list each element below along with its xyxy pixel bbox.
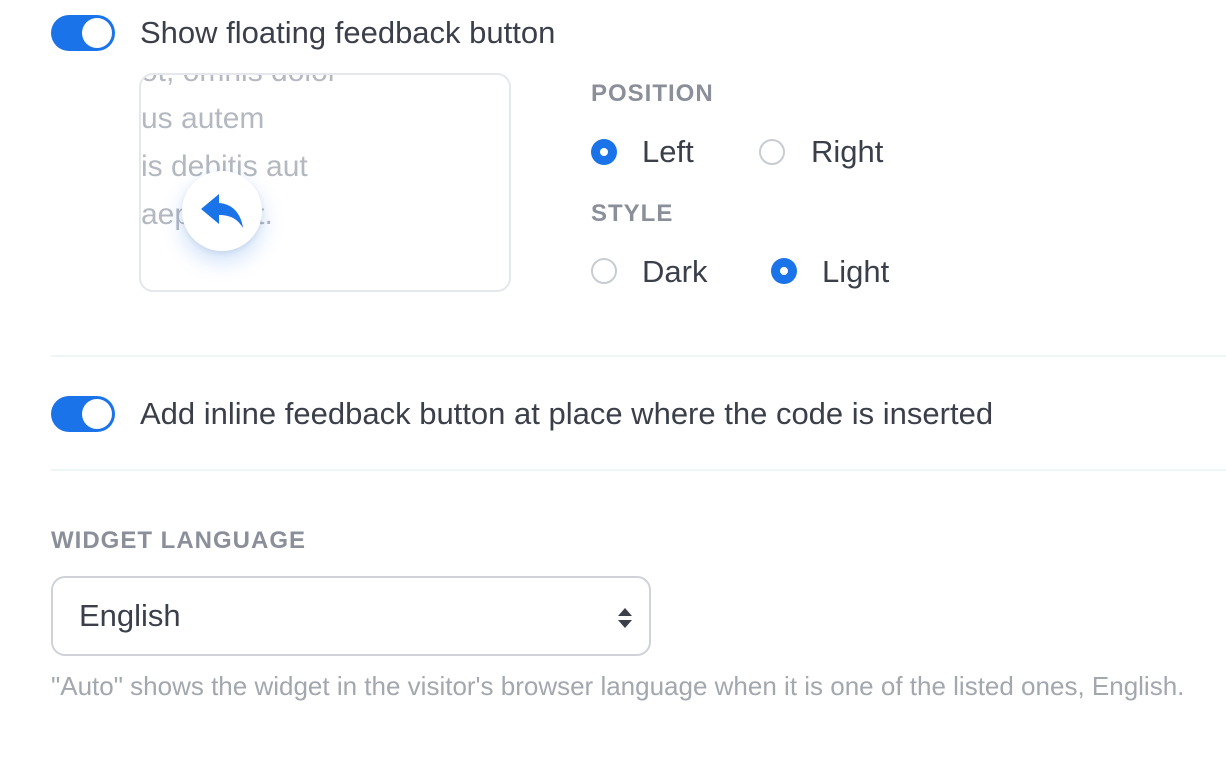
- widget-language-title: WIDGET LANGUAGE: [51, 527, 306, 554]
- section-divider: [51, 355, 1226, 357]
- section-divider: [51, 469, 1226, 471]
- floating-feedback-label: Show floating feedback button: [140, 15, 556, 50]
- position-right-label[interactable]: Right: [811, 134, 883, 170]
- reply-arrow-icon: [201, 194, 243, 228]
- position-left-label[interactable]: Left: [642, 134, 694, 170]
- widget-language-help: "Auto" shows the widget in the visitor's…: [51, 671, 1185, 701]
- floating-feedback-toggle[interactable]: [51, 15, 115, 51]
- position-title: POSITION: [591, 80, 714, 107]
- floating-button-preview: ot, omnis dolor us autem is debitis aut …: [139, 73, 511, 292]
- toggle-knob: [82, 399, 112, 429]
- inline-feedback-toggle[interactable]: [51, 396, 115, 432]
- preview-text-line: us autem: [141, 102, 265, 135]
- style-dark-label[interactable]: Dark: [642, 254, 707, 290]
- style-title: STYLE: [591, 200, 674, 227]
- style-light-label[interactable]: Light: [822, 254, 889, 290]
- position-right-radio[interactable]: [759, 139, 785, 165]
- widget-language-select[interactable]: English: [51, 576, 651, 656]
- position-left-radio[interactable]: [591, 139, 617, 165]
- style-dark-radio[interactable]: [591, 258, 617, 284]
- style-light-radio[interactable]: [771, 258, 797, 284]
- preview-text-line: ot, omnis dolor: [141, 75, 338, 89]
- widget-language-value: English: [79, 598, 181, 633]
- widget-settings-page: Show floating feedback button ot, omnis …: [0, 0, 1226, 760]
- sort-arrows-icon: [618, 608, 632, 628]
- preview-feedback-button: [182, 171, 262, 251]
- inline-feedback-label: Add inline feedback button at place wher…: [140, 396, 994, 431]
- toggle-knob: [82, 18, 112, 48]
